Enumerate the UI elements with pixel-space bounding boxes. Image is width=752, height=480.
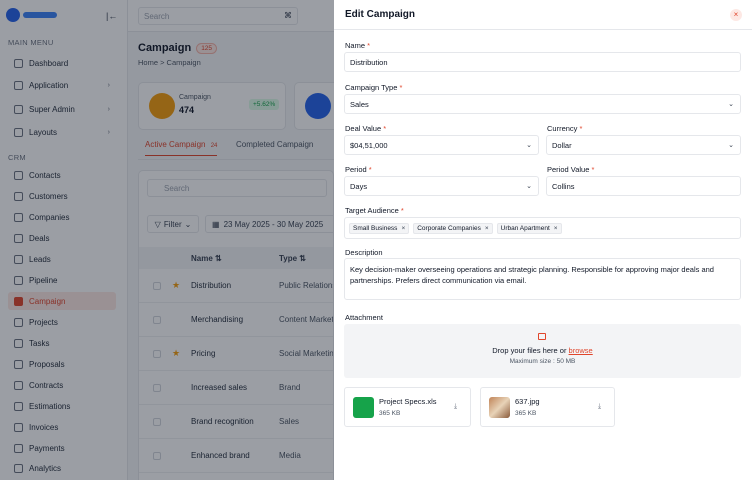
period-label: Period * [345,165,372,174]
audience-tag: Corporate Companies × [413,222,493,234]
edit-campaign-drawer: Edit Campaign × Name * Distribution Camp… [334,0,752,480]
audience-tag: Urban Apartment × [496,222,562,234]
remove-tag-icon[interactable]: × [554,225,558,232]
target-audience-input[interactable]: Small Business × Corporate Companies × Urb… [344,217,741,239]
period-value-field[interactable]: Collins [546,176,741,196]
audience-tag: Small Business × [349,222,410,234]
currency-select[interactable]: Dollar ⌄ [546,135,741,155]
spreadsheet-icon [353,397,374,418]
name-label: Name * [345,41,371,50]
chevron-down-icon: ⌄ [728,142,734,149]
chevron-down-icon: ⌄ [526,142,532,149]
image-thumbnail [489,397,510,418]
remove-tag-icon[interactable]: × [401,225,405,232]
deal-value-select[interactable]: $04,51,000 ⌄ [344,135,539,155]
browse-link[interactable]: browse [569,346,593,355]
description-label: Description [345,248,383,257]
file-dropzone[interactable]: Drop your files here or browse Maximum s… [344,324,741,378]
download-icon[interactable]: ⤓ [454,403,457,411]
campaign-type-select[interactable]: Sales ⌄ [344,94,741,114]
file-card-jpg[interactable]: 637.jpg 365 KB ⤓ [480,387,615,427]
target-audience-label: Target Audience * [345,206,404,215]
modal-backdrop[interactable] [0,0,334,480]
name-field[interactable]: Distribution [344,52,741,72]
max-size-text: Maximum size : 50 MB [509,358,576,365]
drawer-header: Edit Campaign × [334,0,752,30]
deal-value-label: Deal Value * [345,124,387,133]
download-icon[interactable]: ⤓ [598,403,601,411]
chevron-down-icon: ⌄ [728,101,734,108]
chevron-down-icon: ⌄ [526,183,532,190]
remove-tag-icon[interactable]: × [485,225,489,232]
file-card-xls[interactable]: Project Specs.xls 365 KB ⤓ [344,387,471,427]
description-textarea[interactable]: Key decision-maker overseeing operations… [344,258,741,300]
currency-label: Currency * [547,124,583,133]
drawer-title: Edit Campaign [345,9,416,20]
close-icon[interactable]: × [730,9,742,21]
period-value-label: Period Value * [547,165,595,174]
attachment-label: Attachment [345,313,383,322]
campaign-type-label: Campaign Type * [345,83,403,92]
folder-icon [538,333,546,340]
period-select[interactable]: Days ⌄ [344,176,539,196]
